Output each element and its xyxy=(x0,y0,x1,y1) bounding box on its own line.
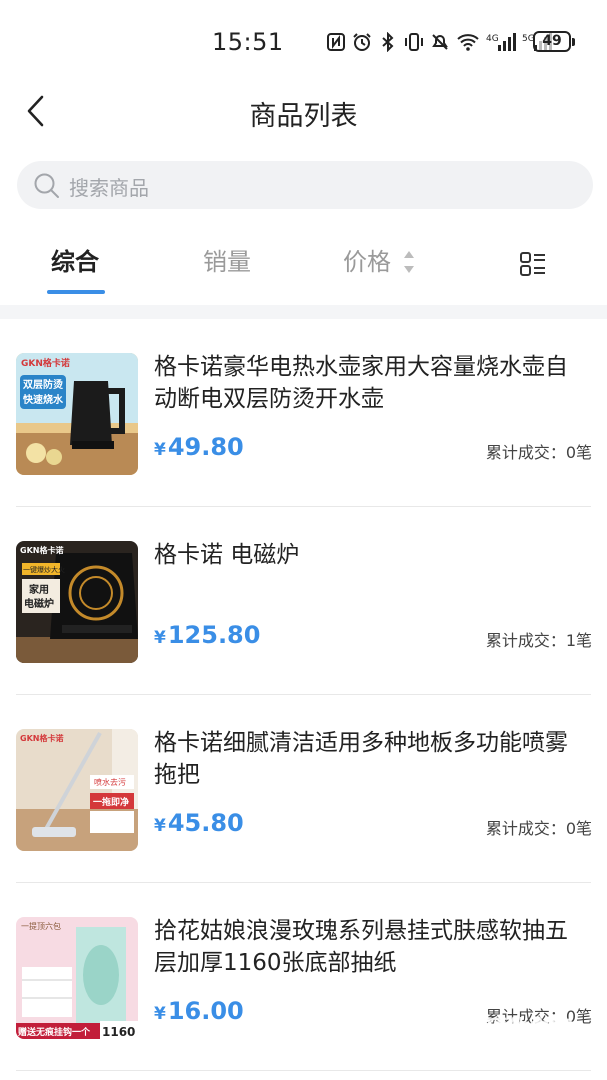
search-icon xyxy=(34,173,59,198)
product-item[interactable]: GKN格卡诺 喷水去污 一拖即净 格卡诺细腻清洁适用多种地板多功能喷雾拖把 ¥4… xyxy=(0,695,607,883)
product-image-text: 电磁炉 xyxy=(24,597,54,610)
product-name: 格卡诺豪华电热水壶家用大容量烧水壶自动断电双层防烫开水壶 xyxy=(154,354,568,412)
product-item[interactable]: GKN格卡诺 双层防烫 快速烧水 格卡诺豪华电热水壶家用大容量烧水壶自动断电双层… xyxy=(0,319,607,507)
vibrate-icon xyxy=(405,33,423,51)
status-bar: 15:51 4G 5G 49 xyxy=(0,0,607,80)
search-placeholder: 搜索商品 xyxy=(69,176,149,200)
bluetooth-icon xyxy=(382,32,394,52)
product-price: ¥45.80 xyxy=(154,809,244,837)
product-image-tissue: 一提顶六包 赠送无痕挂钩一个 1160 xyxy=(16,917,138,1039)
nav-bar: 商品列表 xyxy=(0,80,607,142)
list-layout-icon[interactable] xyxy=(519,250,547,278)
tab-sales[interactable]: 销量 xyxy=(203,242,251,277)
sort-tabs: 综合 销量 价格 xyxy=(0,228,607,298)
product-sold-count: 累计成交：0笔 xyxy=(485,443,592,462)
search-input[interactable]: 搜索商品 xyxy=(17,161,593,209)
product-name: 格卡诺细腻清洁适用多种地板多功能喷雾拖把 xyxy=(154,730,568,788)
product-item[interactable]: GKN格卡诺 一键爆炒大火 家用 电磁炉 格卡诺 电磁炉 ¥125.80 累计成… xyxy=(0,507,607,695)
watermark-logo: 硬件之家 YING JIAN ZHI JIA.COM xyxy=(439,1012,574,1058)
product-image-text: 双层防烫 xyxy=(23,378,64,391)
product-image-text: GKN格卡诺 xyxy=(20,545,63,555)
product-price: ¥125.80 xyxy=(154,621,261,649)
product-image-text: 一提顶六包 xyxy=(21,921,61,931)
active-tab-indicator xyxy=(47,290,105,294)
signal-4g-icon: 4G xyxy=(486,33,516,51)
product-image-text: 快速烧水 xyxy=(22,393,64,406)
product-image-spray-mop: GKN格卡诺 喷水去污 一拖即净 xyxy=(16,729,138,851)
mute-icon xyxy=(432,34,448,50)
product-name: 格卡诺 电磁炉 xyxy=(154,542,300,568)
product-sold-count: 累计成交：1笔 xyxy=(485,631,592,650)
product-image-text: GKN格卡诺 xyxy=(21,357,70,369)
alarm-icon xyxy=(353,33,371,51)
sort-arrows-icon xyxy=(404,251,414,273)
tab-price[interactable]: 价格 xyxy=(343,242,391,277)
product-price: ¥49.80 xyxy=(154,433,244,461)
product-price: ¥16.00 xyxy=(154,997,244,1025)
status-time: 15:51 xyxy=(212,28,284,56)
battery-indicator: 49 xyxy=(533,31,575,52)
wifi-icon xyxy=(457,34,479,51)
svg-text:4G: 4G xyxy=(486,34,499,44)
page-title: 商品列表 xyxy=(249,101,358,132)
svg-text:硬件之家: 硬件之家 xyxy=(485,1016,574,1042)
product-sold-count: 累计成交：0笔 xyxy=(485,819,592,838)
product-name: 拾花姑娘浪漫玫瑰系列悬挂式肤感软抽五层加厚1160张底部抽纸 xyxy=(154,918,568,976)
product-image-text: GKN格卡诺 xyxy=(20,733,63,743)
product-image-text: 一键爆炒大火 xyxy=(23,565,65,574)
product-image-text: 一拖即净 xyxy=(93,796,129,808)
tab-comprehensive[interactable]: 综合 xyxy=(51,242,99,277)
section-divider xyxy=(0,305,607,319)
product-image-text: 喷水去污 xyxy=(94,777,126,787)
product-image-text: 赠送无痕挂钩一个 xyxy=(18,1026,91,1038)
product-image-induction-cooker: GKN格卡诺 一键爆炒大火 家用 电磁炉 xyxy=(16,541,138,663)
product-image-kettle: GKN格卡诺 双层防烫 快速烧水 xyxy=(16,353,138,475)
product-image-text: 1160 xyxy=(102,1025,135,1039)
status-icons: 4G 5G xyxy=(326,30,552,54)
product-image-text: 家用 xyxy=(29,583,49,596)
svg-text:YING JIAN ZHI JIA.COM: YING JIAN ZHI JIA.COM xyxy=(484,1045,574,1054)
nfc-icon xyxy=(327,33,345,51)
